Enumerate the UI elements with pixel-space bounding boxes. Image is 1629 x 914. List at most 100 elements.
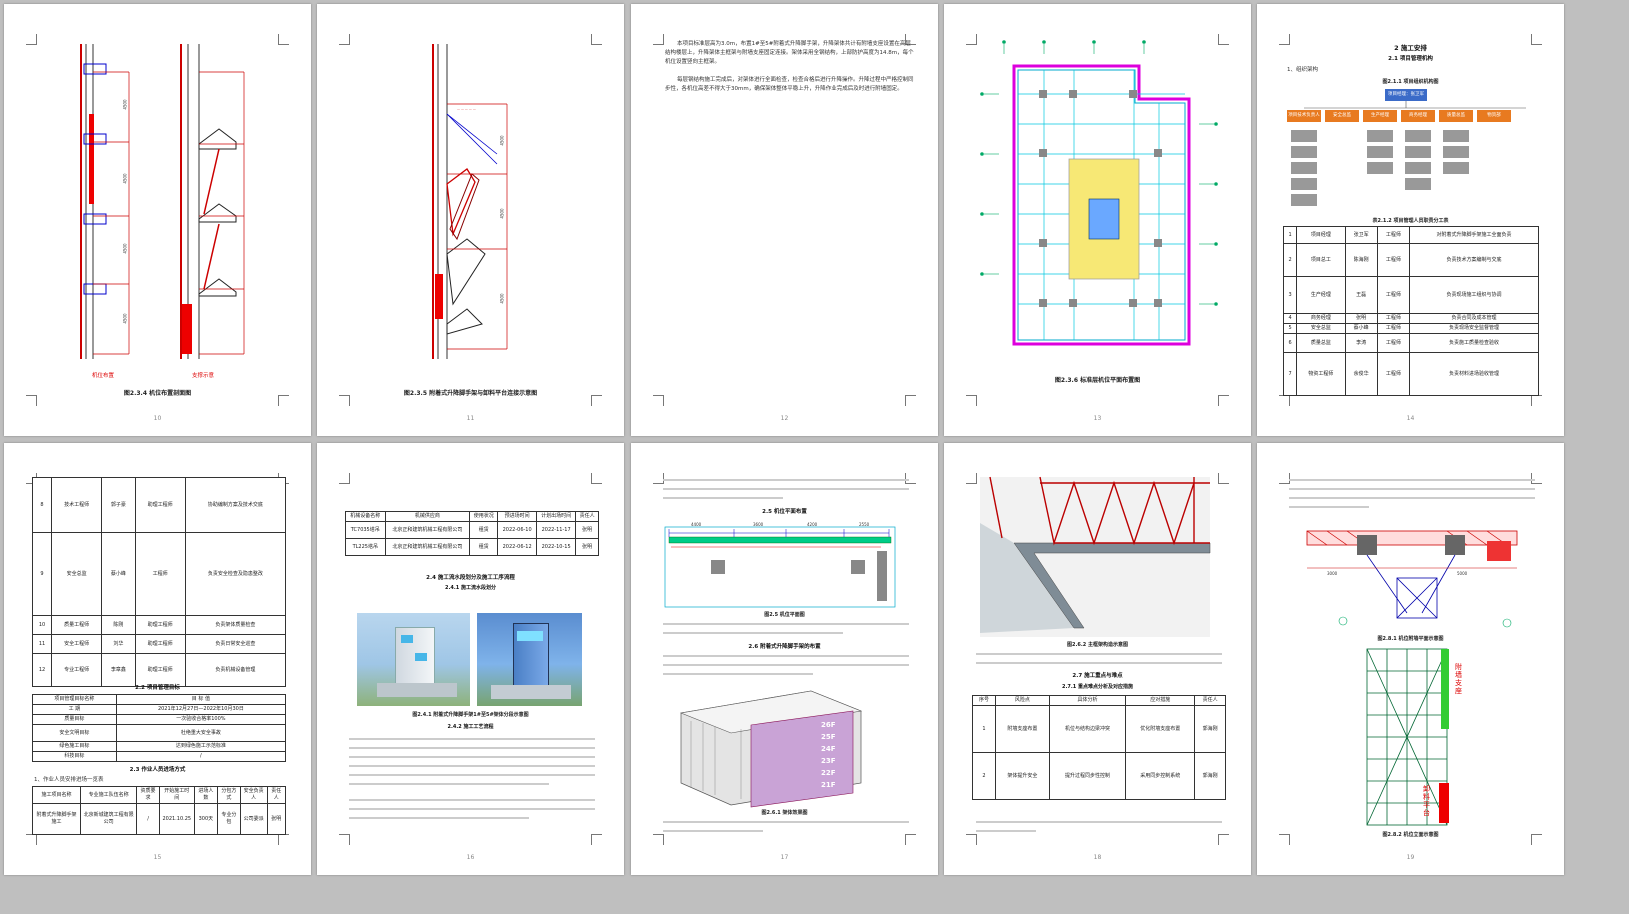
table-cell: 8 [32,477,52,533]
table-cell: 预进场时间 [497,511,537,522]
table-cell: 助理工程师 [134,615,186,635]
table-cell: 负责现场安全监督管理 [1409,323,1539,334]
section-heading: 2.4 施工流水段划分及施工工序流程 [426,575,515,581]
drawing-label: 卸料平台 [1423,785,1430,817]
table-cell: 工程师 [1376,226,1411,244]
floor-label: 24F [821,745,836,753]
table-cell: 蔡小峰 [1344,323,1378,334]
table-cell: 使用状况 [469,511,499,522]
table-cell: 质量工程师 [50,615,103,635]
table-cell: 达到绿色施工示范标准 [115,741,287,752]
table-cell: 余俊华 [1344,352,1378,396]
table-cell: 工程师 [1376,243,1411,277]
table-cell: 杜绝重大安全事故 [115,724,287,742]
table-header: 项目管理目标名称目 标 值 [32,694,287,705]
dim-label: 4500 [499,135,505,146]
table-row: 附着式升降脚手架施工 北京新城建筑工程有限公司/2021.10.25 300天 专业… [32,803,287,835]
table-cell: 责任人 [1194,695,1226,706]
org-dept-box: 物资部 [1477,110,1511,122]
table-cell: 提升过程同步性控制 [1048,752,1127,800]
dim-label: 4500 [122,99,128,110]
table-cell: 300天 [193,803,219,835]
table-cell: 商务经理 [1296,313,1346,324]
table-cell: 负责机械设备管理 [184,653,287,687]
paragraph: 本项目标准层高为3.0m，布置1#至5#附着式升降脚手架，升降架体共计有附墙支座… [665,41,914,65]
table-cell: 2 [972,752,996,800]
floor-plan-drawing [980,40,1218,346]
table-cell: 科技目标 [32,751,117,762]
table-cell: 附着式升降脚手架施工 [32,803,81,835]
table-cell: 张明 [1344,313,1378,324]
section-heading: 2.2 项目管理目标 [135,685,180,691]
table-cell: 资质要求 [136,786,160,804]
table-cell: 2022-06-10 [497,521,537,539]
table-cell: 11 [32,634,52,654]
table-cell: 李涛 [1344,333,1378,353]
section-heading: 2.3 作业人员进场方式 [129,767,186,773]
table-cell: 安全文明目标 [32,724,117,742]
floor-label: 22F [821,769,836,777]
table-header: 机械设备名称 机械供应商 使用状况 预进场时间 计划出场时间 责任人 [345,511,599,522]
table-cell: 郭海刚 [1194,705,1226,753]
drawing-label: 附墙支座 [1455,663,1462,695]
table-row: TL225塔吊 北京正和建筑机械工程有限公司 租赁 2022-06-12 2022-1… [345,538,599,556]
dim-label: 4500 [122,173,128,184]
table-cell: 具体分析 [1048,695,1127,706]
table-row: 10 质量工程师 陈刚 助理工程师 负责架体质量检查 [32,615,287,635]
org-dept-box: 生产经理 [1363,110,1397,122]
table-cell: 优化附墙支座布置 [1125,705,1196,753]
paragraph: 每层钢结构施工完成后，对架体进行全面检查，检查合格后进行升降操作。升降过程中严格… [665,77,914,92]
table-row: 8 技术工程师 郭子豪 助理工程师 协助编制方案及技术交底 [32,477,287,533]
table-cell: 质量总监 [1296,333,1346,353]
table-cell: 12 [32,653,52,687]
org-dept-box: 安全总监 [1325,110,1359,122]
dim-label: 4500 [499,293,505,304]
table-row: TC7035塔吊 北京正和建筑机械工程有限公司 租赁 2022-06-10 2022-… [345,521,599,539]
table-cell: 2021年12月27日—2022年10月30日 [115,704,287,715]
table-cell: 负责现场施工组织与协调 [1409,276,1539,314]
table-cell: 工 期 [32,704,117,715]
figure-caption: 图2.3.4 机位布置剖面图 [123,390,192,397]
table-cell: 张卫军 [1344,226,1378,244]
document-page-10: 3000 5000 图2.8.1 机位附墙平面示意图 附墙支座 卸料平台 图2.… [1257,443,1564,875]
drawing-label: 支撑示意 [192,373,215,379]
table-cell: 责任人 [575,511,599,522]
goals-table: 项目管理目标名称目 标 值 工 期 2021年12月27日—2022年10月30日… [32,694,287,762]
floor-label: 23F [821,757,836,765]
equipment-table: 机械设备名称 机械供应商 使用状况 预进场时间 计划出场时间 责任人 TC7035塔吊北… [345,511,599,556]
table-cell: 5 [1282,323,1298,334]
table-cell: 2022-06-12 [497,538,537,556]
figure-caption: 图2.8.2 机位立面示意图 [1382,832,1439,838]
table-cell: 李章鑫 [101,653,136,687]
table-cell: 陈海刚 [1344,243,1378,277]
figure-caption: 图2.3.5 附着式升降脚手架与卸料平台连接示意图 [403,390,538,397]
table-cell: 北京正和建筑机械工程有限公司 [384,521,471,539]
table-cell: 安全总监 [50,532,103,616]
table-cell: 陈刚 [101,615,136,635]
page-number: 10 [153,415,162,422]
table-cell: 附墙支座布置 [995,705,1050,753]
table-cell: 租赁 [469,521,499,539]
section-heading: 2.7 施工重点与难点 [1072,673,1123,679]
document-page-9: 图2.6.2 主框架构造示意图 2.7 施工重点与难点 2.7.1 重点难点分析… [944,443,1251,875]
table-title: 表2.1.2 项目管理人员职责分工表 [1372,218,1449,224]
table-row: 2 架体提升安全 提升过程同步性控制 采用同步控制系统 郭海刚 [972,752,1226,800]
table-row: 质量目标 一次验收合格率100% [32,714,287,725]
table-cell: 责任人 [266,786,287,804]
table-cell: 2022-11-17 [535,521,577,539]
table-row: 科技目标 / [32,751,287,762]
subsection-heading: 2.4.2 施工工艺流程 [447,724,494,730]
table-cell: 工程师 [1376,313,1411,324]
table-cell: 安全工程师 [50,634,103,654]
list-item: 1、作业人员安排进场一览表 [34,777,104,783]
document-page-7: 机械设备名称 机械供应商 使用状况 预进场时间 计划出场时间 责任人 TC7035塔吊北… [317,443,624,875]
org-dept-box: 质量总监 [1439,110,1473,122]
table-cell: 物资工程师 [1296,352,1346,396]
table-cell: 机位与结构边梁冲突 [1048,705,1127,753]
table-cell: 负责材料进场验收管理 [1409,352,1539,396]
org-dept-box: 项目技术负责人 [1287,110,1321,122]
page-number: 17 [780,854,789,861]
document-page-1: 4500 4500 4500 4500 机位布置 支撑示意 图2.3.4 机位布… [4,4,311,436]
subsection-heading: 2.4.1 施工流水段划分 [445,585,496,591]
figure-caption: 图2.4.1 附着式升降脚手架1#至5#架体分段示意图 [412,712,529,718]
